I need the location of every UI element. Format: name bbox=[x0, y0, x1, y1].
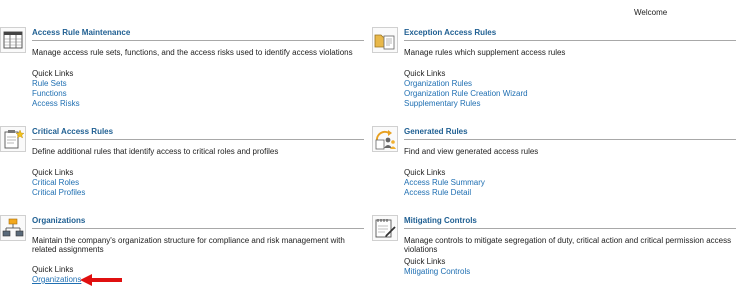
quick-links-label: Quick Links bbox=[32, 69, 74, 78]
section-mitigating-controls: Mitigating Controls Manage controls to m… bbox=[372, 215, 737, 287]
section-description: Manage controls to mitigate segregation … bbox=[404, 236, 732, 254]
org-chart-icon bbox=[0, 215, 26, 241]
clipboard-star-icon bbox=[0, 126, 26, 152]
notepad-pen-icon bbox=[372, 215, 398, 241]
link-organizations[interactable]: Organizations bbox=[32, 275, 81, 284]
link-rule-sets[interactable]: Rule Sets bbox=[32, 79, 67, 88]
link-access-rule-detail[interactable]: Access Rule Detail bbox=[404, 188, 471, 197]
divider bbox=[32, 40, 364, 41]
quick-links-label: Quick Links bbox=[404, 257, 446, 266]
section-description: Maintain the company's organization stru… bbox=[32, 236, 345, 254]
quick-links-label: Quick Links bbox=[404, 69, 446, 78]
section-organizations: Organizations Maintain the company's org… bbox=[0, 215, 365, 287]
link-mitigating-controls[interactable]: Mitigating Controls bbox=[404, 267, 470, 276]
divider bbox=[32, 139, 364, 140]
section-description: Find and view generated access rules bbox=[404, 147, 539, 156]
welcome-text: Welcome bbox=[634, 8, 668, 17]
divider bbox=[404, 139, 736, 140]
divider bbox=[32, 228, 364, 229]
section-title: Access Rule Maintenance bbox=[32, 28, 131, 37]
divider bbox=[404, 40, 736, 41]
divider bbox=[404, 228, 736, 229]
section-title: Exception Access Rules bbox=[404, 28, 497, 37]
section-critical-access-rules: Critical Access Rules Define additional … bbox=[0, 126, 365, 201]
link-access-risks[interactable]: Access Risks bbox=[32, 99, 80, 108]
link-organization-rule-creation-wizard[interactable]: Organization Rule Creation Wizard bbox=[404, 89, 528, 98]
link-access-rule-summary[interactable]: Access Rule Summary bbox=[404, 178, 485, 187]
quick-links-label: Quick Links bbox=[404, 168, 446, 177]
link-critical-profiles[interactable]: Critical Profiles bbox=[32, 188, 85, 197]
quick-links-label: Quick Links bbox=[32, 265, 74, 274]
link-critical-roles[interactable]: Critical Roles bbox=[32, 178, 79, 187]
link-supplementary-rules[interactable]: Supplementary Rules bbox=[404, 99, 480, 108]
link-organization-rules[interactable]: Organization Rules bbox=[404, 79, 472, 88]
section-access-rule-maintenance: Access Rule Maintenance Manage access ru… bbox=[0, 27, 365, 112]
table-icon bbox=[0, 27, 26, 53]
quick-links-label: Quick Links bbox=[32, 168, 74, 177]
section-title: Generated Rules bbox=[404, 127, 468, 136]
section-generated-rules: Generated Rules Find and view generated … bbox=[372, 126, 737, 201]
section-description: Manage rules which supplement access rul… bbox=[404, 48, 566, 57]
section-exception-access-rules: Exception Access Rules Manage rules whic… bbox=[372, 27, 737, 112]
generate-users-icon bbox=[372, 126, 398, 152]
section-description: Manage access rule sets, functions, and … bbox=[32, 48, 353, 57]
red-arrow-icon bbox=[80, 274, 122, 286]
section-title: Organizations bbox=[32, 216, 86, 225]
section-title: Critical Access Rules bbox=[32, 127, 114, 136]
folder-document-icon bbox=[372, 27, 398, 53]
section-title: Mitigating Controls bbox=[404, 216, 477, 225]
section-description: Define additional rules that identify ac… bbox=[32, 147, 279, 156]
link-functions[interactable]: Functions bbox=[32, 89, 67, 98]
